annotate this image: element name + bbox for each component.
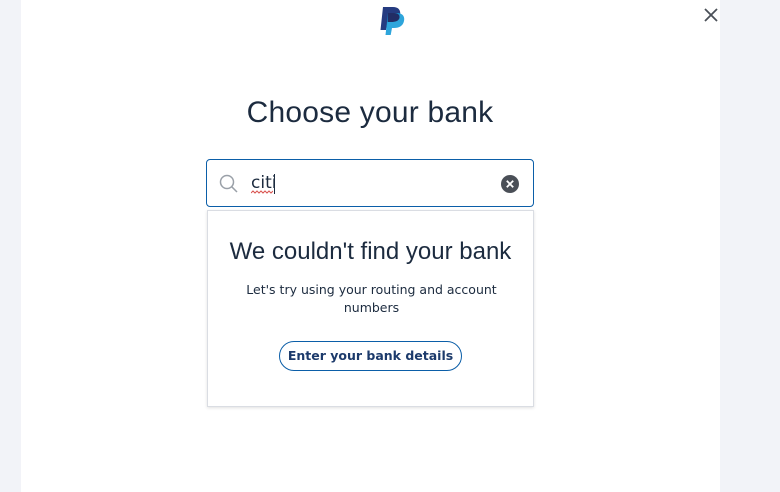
clear-circle-icon[interactable] (501, 175, 519, 193)
paypal-logo-icon (380, 7, 405, 35)
close-icon[interactable] (701, 5, 721, 25)
search-icon (219, 174, 238, 193)
search-results-dropdown: We couldn't find your bank Let's try usi… (207, 210, 534, 407)
bank-search-box (206, 159, 534, 207)
spellcheck-underline (251, 190, 273, 194)
bank-search-input[interactable] (251, 170, 491, 196)
enter-bank-details-button[interactable]: Enter your bank details (279, 341, 462, 371)
no-results-message: Let's try using your routing and account… (246, 282, 497, 315)
text-caret (274, 174, 275, 194)
no-results-title: We couldn't find your bank (229, 238, 512, 265)
page-title: Choose your bank (246, 96, 494, 129)
